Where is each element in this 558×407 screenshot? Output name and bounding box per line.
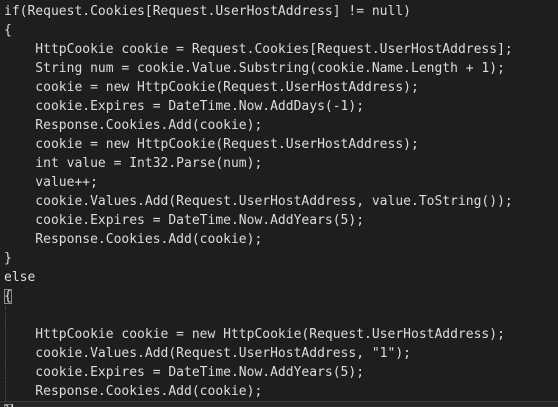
- code-text: {: [4, 23, 12, 38]
- code-line-7[interactable]: Response.Cookies.Add(cookie);: [0, 116, 558, 135]
- code-line-8[interactable]: cookie = new HttpCookie(Request.UserHost…: [0, 135, 558, 154]
- code-line-15[interactable]: else: [0, 268, 558, 287]
- code-line-13[interactable]: Response.Cookies.Add(cookie);: [0, 230, 558, 249]
- code-text: cookie = new HttpCookie(Request.UserHost…: [4, 137, 419, 152]
- code-line-20[interactable]: cookie.Expires = DateTime.Now.AddYears(5…: [0, 363, 558, 382]
- indent-guide: [5, 363, 7, 382]
- code-line-1[interactable]: if(Request.Cookies[Request.UserHostAddre…: [0, 2, 558, 21]
- code-text: cookie = new HttpCookie(Request.UserHost…: [4, 80, 419, 95]
- code-text: cookie.Expires = DateTime.Now.AddYears(5…: [4, 365, 365, 380]
- code-line-3[interactable]: HttpCookie cookie = Request.Cookies[Requ…: [0, 40, 558, 59]
- code-line-17[interactable]: [0, 306, 558, 325]
- matched-brace-open: {: [4, 289, 12, 304]
- code-line-2[interactable]: {: [0, 21, 558, 40]
- code-line-5[interactable]: cookie = new HttpCookie(Request.UserHost…: [0, 78, 558, 97]
- code-line-14[interactable]: }: [0, 249, 558, 268]
- code-text: cookie.Expires = DateTime.Now.AddDays(-1…: [4, 99, 365, 114]
- code-line-21[interactable]: Response.Cookies.Add(cookie);: [0, 382, 558, 401]
- code-text: int value = Int32.Parse(num);: [4, 156, 263, 171]
- indent-guide: [5, 306, 7, 325]
- code-line-10[interactable]: value++;: [0, 173, 558, 192]
- code-text: HttpCookie cookie = Request.Cookies[Requ…: [4, 42, 513, 57]
- code-line-18[interactable]: HttpCookie cookie = new HttpCookie(Reque…: [0, 325, 558, 344]
- code-line-22-current[interactable]: }: [0, 401, 558, 407]
- code-text: if(Request.Cookies[Request.UserHostAddre…: [4, 4, 411, 19]
- code-editor[interactable]: if(Request.Cookies[Request.UserHostAddre…: [0, 0, 558, 407]
- code-line-19[interactable]: cookie.Values.Add(Request.UserHostAddres…: [0, 344, 558, 363]
- code-text: }: [4, 251, 12, 266]
- code-text: else: [4, 270, 36, 285]
- indent-guide: [5, 382, 7, 401]
- indent-guide: [5, 344, 7, 363]
- code-line-9[interactable]: int value = Int32.Parse(num);: [0, 154, 558, 173]
- code-text: Response.Cookies.Add(cookie);: [4, 384, 263, 399]
- code-text: cookie.Values.Add(Request.UserHostAddres…: [4, 346, 411, 361]
- code-line-6[interactable]: cookie.Expires = DateTime.Now.AddDays(-1…: [0, 97, 558, 116]
- code-text: cookie.Values.Add(Request.UserHostAddres…: [4, 194, 513, 209]
- code-text: String num = cookie.Value.Substring(cook…: [4, 61, 505, 76]
- code-text: HttpCookie cookie = new HttpCookie(Reque…: [4, 327, 505, 342]
- indent-guide: [5, 325, 7, 344]
- code-line-12[interactable]: cookie.Expires = DateTime.Now.AddYears(5…: [0, 211, 558, 230]
- code-line-4[interactable]: String num = cookie.Value.Substring(cook…: [0, 59, 558, 78]
- code-text: cookie.Expires = DateTime.Now.AddYears(5…: [4, 213, 365, 228]
- code-line-16[interactable]: {: [0, 287, 558, 306]
- code-text: value++;: [4, 175, 98, 190]
- code-line-11[interactable]: cookie.Values.Add(Request.UserHostAddres…: [0, 192, 558, 211]
- code-text: Response.Cookies.Add(cookie);: [4, 118, 263, 133]
- code-text: Response.Cookies.Add(cookie);: [4, 232, 263, 247]
